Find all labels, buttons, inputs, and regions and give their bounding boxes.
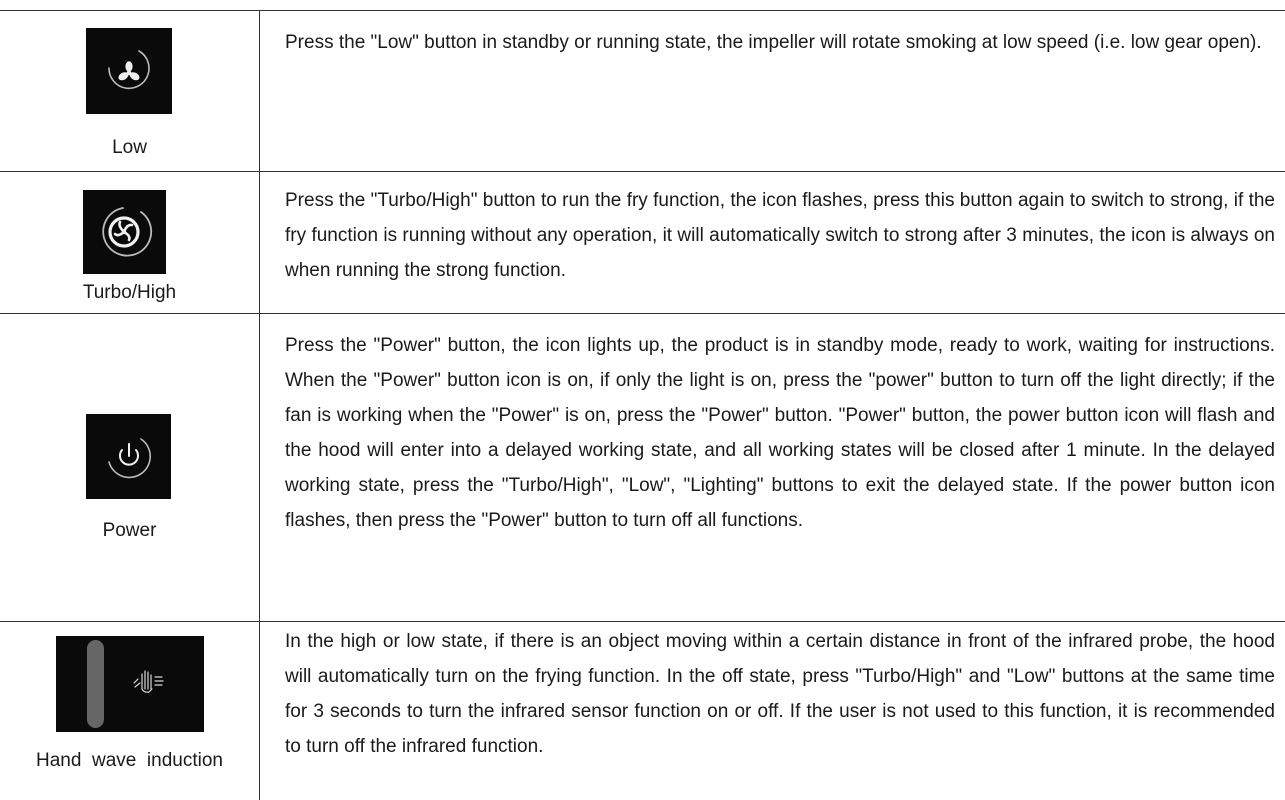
description-text: Press the "Low" button in standby or run… [285,32,1262,53]
turbo-swirl-icon [83,190,166,274]
icon-label: Turbo/High [82,282,177,303]
icon-cell: Power [0,313,259,621]
hand-wave-icon [56,636,204,732]
table-row-low: Low Press the "Low" button in standby or… [0,10,1285,171]
icon-label: Power [102,520,157,541]
description-text: Press the "Power" button, the icon light… [285,335,1275,531]
icon-cell: Low [0,10,259,171]
icon-cell: Turbo/High [0,171,259,313]
description-text: In the high or low state, if there is an… [285,631,1275,757]
fan-icon [86,28,172,114]
table-row-hand-wave: Hand wave induction In the high or low s… [0,621,1285,800]
power-icon [86,414,171,499]
icon-label: Hand wave induction [36,750,223,771]
icon-label: Low [112,137,147,158]
table-row-turbo-high: Turbo/High Press the "Turbo/High" button… [0,171,1285,313]
description-text: Press the "Turbo/High" button to run the… [285,190,1275,281]
icon-cell: Hand wave induction [0,621,259,800]
table-row-power: Power Press the "Power" button, the icon… [0,313,1285,621]
